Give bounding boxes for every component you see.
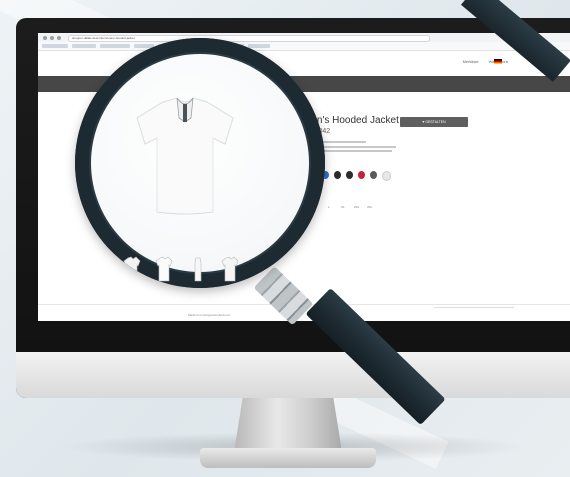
color-swatch[interactable] <box>346 171 353 179</box>
bookmark-item[interactable] <box>42 44 68 48</box>
thumbnail-image[interactable] <box>123 256 141 282</box>
color-swatch[interactable] <box>358 171 365 179</box>
flag-de-icon[interactable] <box>494 59 502 64</box>
back-icon[interactable] <box>43 36 47 40</box>
thumbnail-image[interactable] <box>189 256 207 282</box>
customize-button[interactable]: ♥ GESTALTEN <box>400 117 468 127</box>
size-option[interactable]: 3XL <box>367 205 372 209</box>
monitor-stand-base <box>200 448 376 468</box>
thumbnail-image[interactable] <box>155 256 173 282</box>
forward-icon[interactable] <box>50 36 54 40</box>
magnifier-lens <box>75 38 325 288</box>
card-divider <box>434 307 514 308</box>
footer-text: Made from shoppersunited.com <box>188 313 231 317</box>
color-swatch[interactable] <box>334 171 341 179</box>
color-swatch[interactable] <box>382 171 391 181</box>
size-option[interactable]: L <box>328 205 330 209</box>
reload-icon[interactable] <box>57 36 61 40</box>
size-option[interactable]: XL <box>341 205 345 209</box>
thumbnail-image[interactable] <box>221 256 239 282</box>
size-option[interactable]: 2XL <box>354 205 359 209</box>
wishlist-link[interactable]: Merkliste <box>463 59 479 64</box>
monitor-chin <box>16 352 570 398</box>
monitor-stand-neck <box>234 398 342 452</box>
polo-shirt-image <box>136 97 234 215</box>
color-swatch[interactable] <box>370 171 377 179</box>
magnifier <box>75 38 325 288</box>
